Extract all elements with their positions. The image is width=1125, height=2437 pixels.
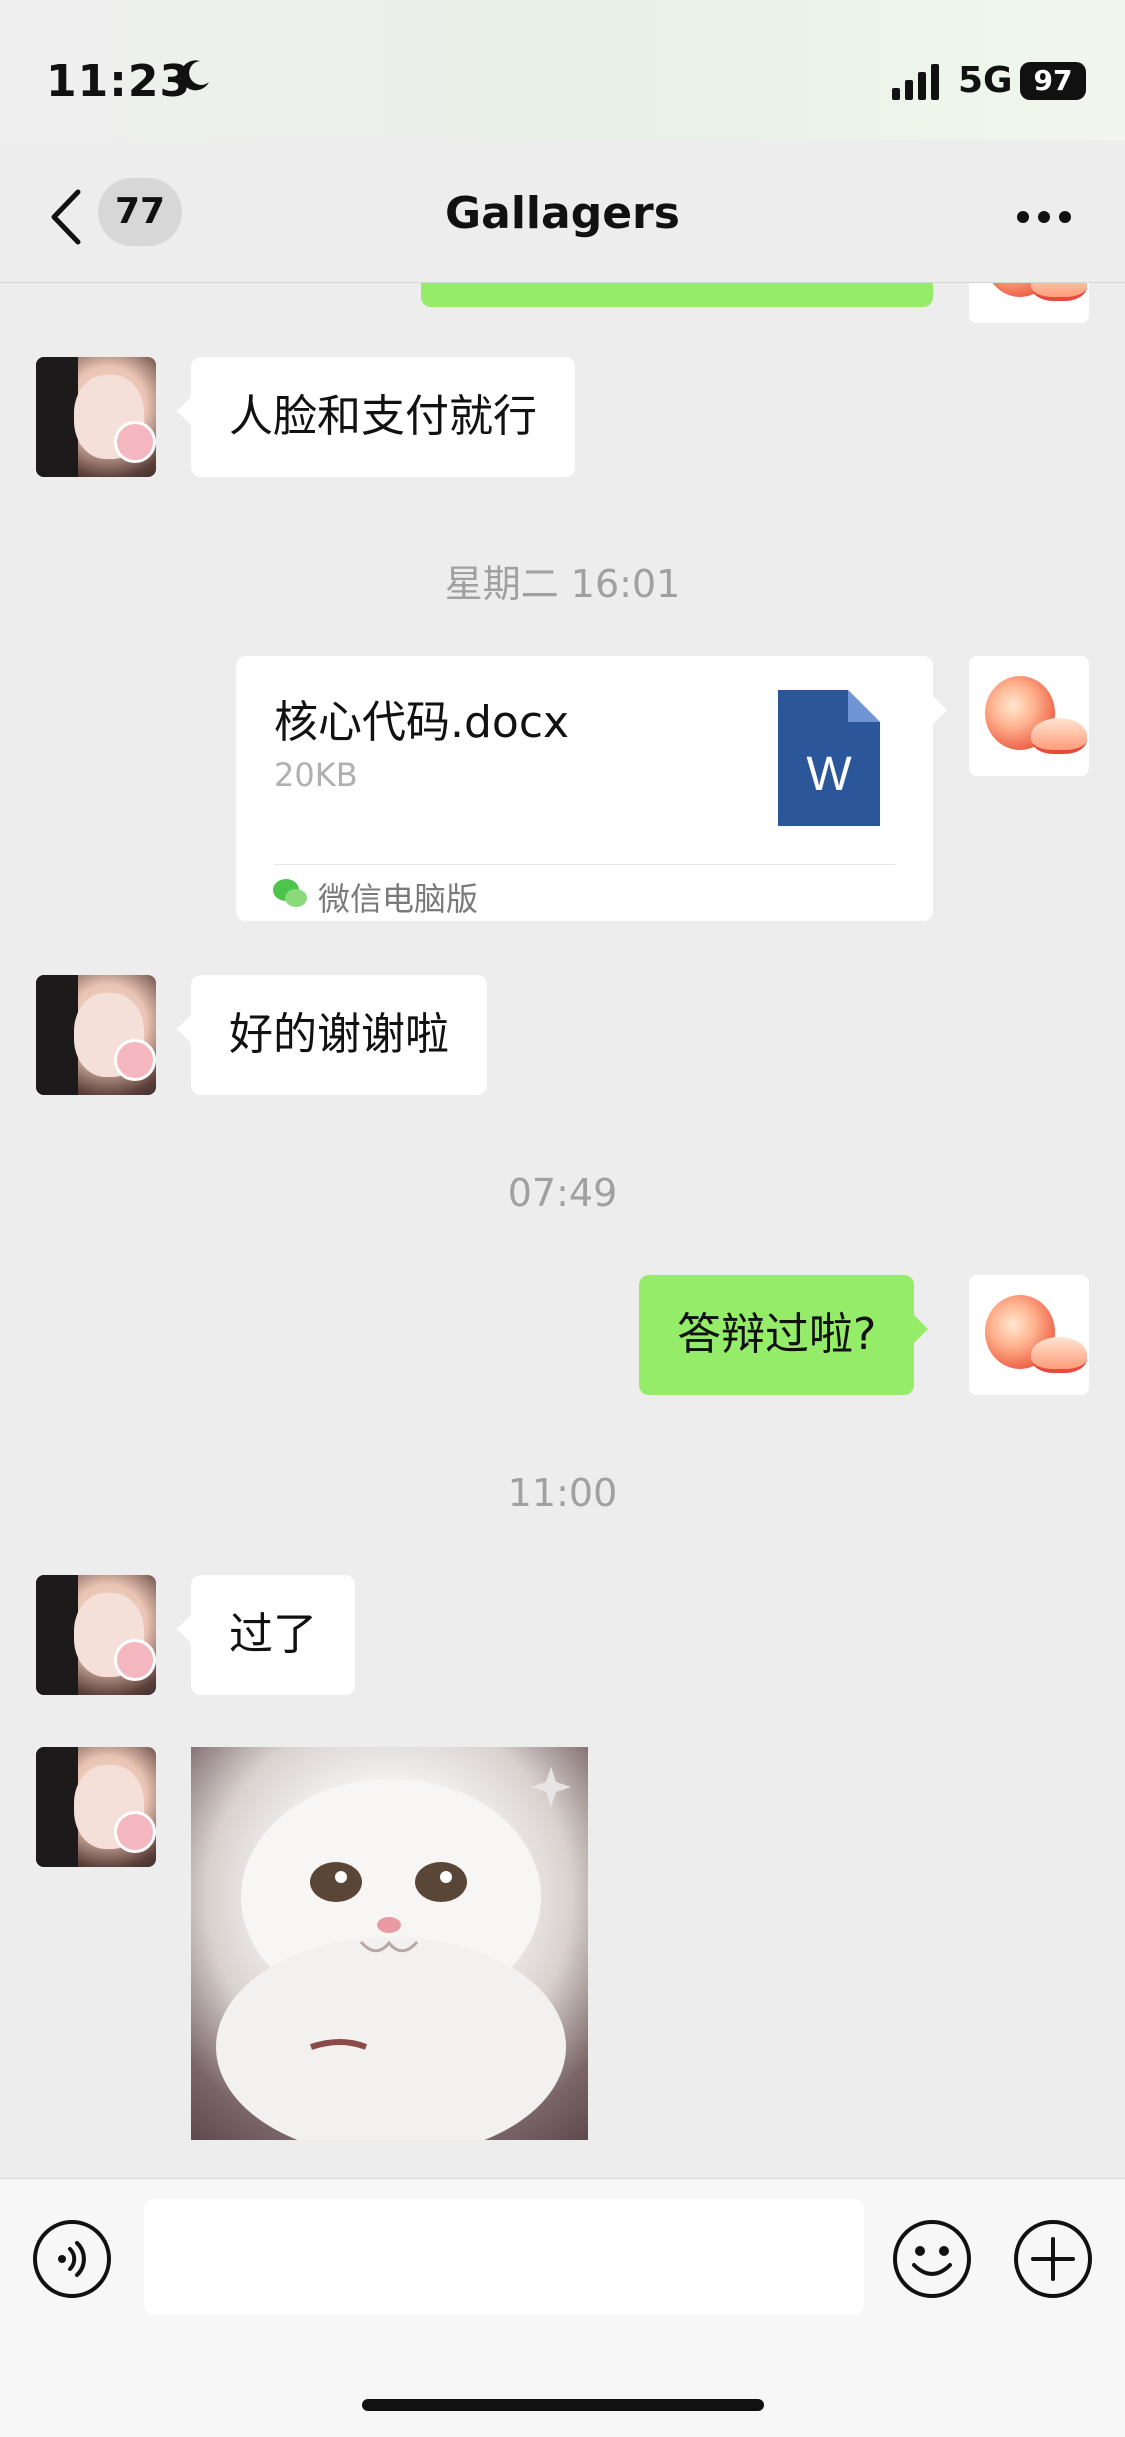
timestamp: 07:49 [507,1171,618,1215]
file-name: 核心代码.docx [274,697,570,748]
message-list[interactable]: 人脸和支付就行 星期二 16:01 核心代码.docx 20KB W 微信电脑版… [0,283,1125,2178]
timestamp: 11:00 [507,1471,618,1515]
emoji-icon[interactable] [892,2219,972,2299]
network-label: 5G [958,60,1013,101]
voice-icon[interactable] [32,2219,112,2299]
signal-icon [892,64,939,100]
incoming-message[interactable]: 人脸和支付就行 [177,357,575,477]
status-bar: 11:23 5G 97 [0,0,1125,140]
cat-sticker-image[interactable] [191,1747,588,2140]
home-indicator [362,2399,764,2411]
contact-avatar[interactable] [36,1575,156,1695]
file-message[interactable]: 核心代码.docx 20KB W 微信电脑版 [236,656,947,921]
outgoing-message[interactable]: 答辩过啦? [639,1275,929,1395]
previous-outgoing-bubble [421,283,933,307]
contact-avatar[interactable] [36,357,156,477]
my-avatar[interactable] [969,656,1089,776]
file-size: 20KB [274,756,358,794]
chat-title: Gallagers [445,188,680,239]
incoming-message[interactable]: 过了 [177,1575,355,1695]
battery-indicator: 97 [1020,62,1086,100]
message-input[interactable] [144,2199,864,2315]
wechat-icon [273,879,307,907]
contact-avatar[interactable] [36,975,156,1095]
my-avatar[interactable] [969,283,1089,323]
file-source: 微信电脑版 [318,880,479,918]
ellipsis-icon[interactable] [1016,210,1072,224]
divider [274,864,895,865]
timestamp: 星期二 16:01 [444,562,681,606]
word-icon-letter: W [806,748,852,801]
contact-avatar[interactable] [36,1747,156,1867]
status-time: 11:23 [46,56,192,107]
incoming-message[interactable]: 好的谢谢啦 [177,975,487,1095]
plus-icon[interactable] [1013,2219,1093,2299]
my-avatar[interactable] [969,1275,1089,1395]
moon-icon [180,60,209,91]
word-document-icon: W [778,690,880,826]
message-composer [0,2178,1125,2437]
chat-header: 77 Gallagers [0,140,1125,283]
